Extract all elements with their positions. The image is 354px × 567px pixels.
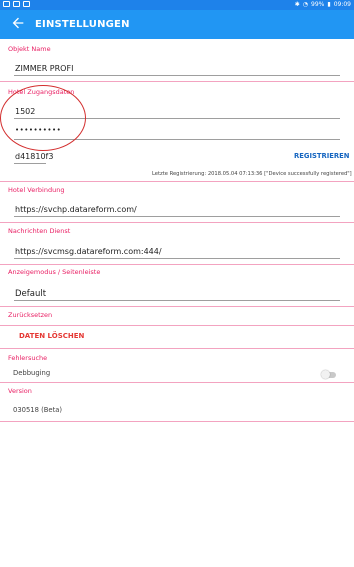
hotel-verbindung-input[interactable]: https://svchp.datareform.com/: [15, 205, 137, 214]
status-bar: ✱ ◔ 99% ▮ 09:09: [0, 0, 354, 10]
nachrichten-dienst-underline: [14, 258, 340, 259]
clock: 09:09: [333, 1, 351, 8]
gallery-icon-3: [23, 1, 30, 7]
back-arrow-icon[interactable]: [10, 15, 26, 31]
divider: [0, 306, 354, 307]
divider: [0, 222, 354, 223]
anzeigemodus-select[interactable]: Default: [15, 289, 46, 299]
status-right: ✱ ◔ 99% ▮ 09:09: [295, 0, 351, 10]
anzeigemodus-underline: [14, 300, 340, 301]
objekt-name-input[interactable]: ZIMMER PROFI: [15, 64, 73, 73]
divider: [0, 382, 354, 383]
app-bar: EINSTELLUNGEN: [0, 10, 354, 39]
battery-icon: ▮: [327, 1, 331, 8]
version-label: Version: [8, 387, 32, 395]
gallery-icon-2: [13, 1, 20, 7]
hotel-verbindung-underline: [14, 216, 340, 217]
notification-icons: [3, 1, 30, 7]
divider: [0, 348, 354, 349]
last-registration-info: Letzte Registrierung: 2018.05.04 07:13:3…: [152, 171, 352, 177]
version-value: 030518 (Beta): [13, 406, 63, 414]
registration-code-underline: [14, 163, 46, 164]
divider: [0, 181, 354, 182]
register-button[interactable]: REGISTRIEREN: [294, 152, 350, 160]
divider: [0, 325, 354, 326]
nachrichten-dienst-input[interactable]: https://svcmsg.datareform.com:444/: [15, 247, 162, 256]
debugging-toggle[interactable]: [321, 370, 336, 379]
hotel-verbindung-label: Hotel Verbindung: [8, 186, 65, 194]
divider: [0, 81, 354, 82]
debugging-label: Debbuging: [13, 369, 51, 377]
objekt-name-label: Objekt Name: [8, 45, 51, 53]
registration-code-input[interactable]: d41810f3: [15, 152, 53, 161]
fehlersuche-label: Fehlersuche: [8, 354, 48, 362]
nachrichten-dienst-label: Nachrichten Dienst: [8, 227, 71, 235]
wifi-icon: ◔: [302, 1, 309, 8]
highlight-circle-annotation: [0, 85, 86, 151]
delete-data-button[interactable]: DATEN LÖSCHEN: [19, 332, 84, 340]
toggle-knob: [321, 370, 330, 379]
page-title: EINSTELLUNGEN: [35, 19, 130, 30]
objekt-name-underline: [14, 75, 340, 76]
zuruecksetzen-label: Zurücksetzen: [8, 311, 53, 319]
battery-level: 99%: [311, 1, 325, 8]
divider: [0, 264, 354, 265]
divider: [0, 421, 354, 422]
gallery-icon: [3, 1, 10, 7]
bluetooth-icon: ✱: [294, 1, 300, 8]
anzeigemodus-label: Anzeigemodus / Seitenleiste: [8, 268, 101, 276]
